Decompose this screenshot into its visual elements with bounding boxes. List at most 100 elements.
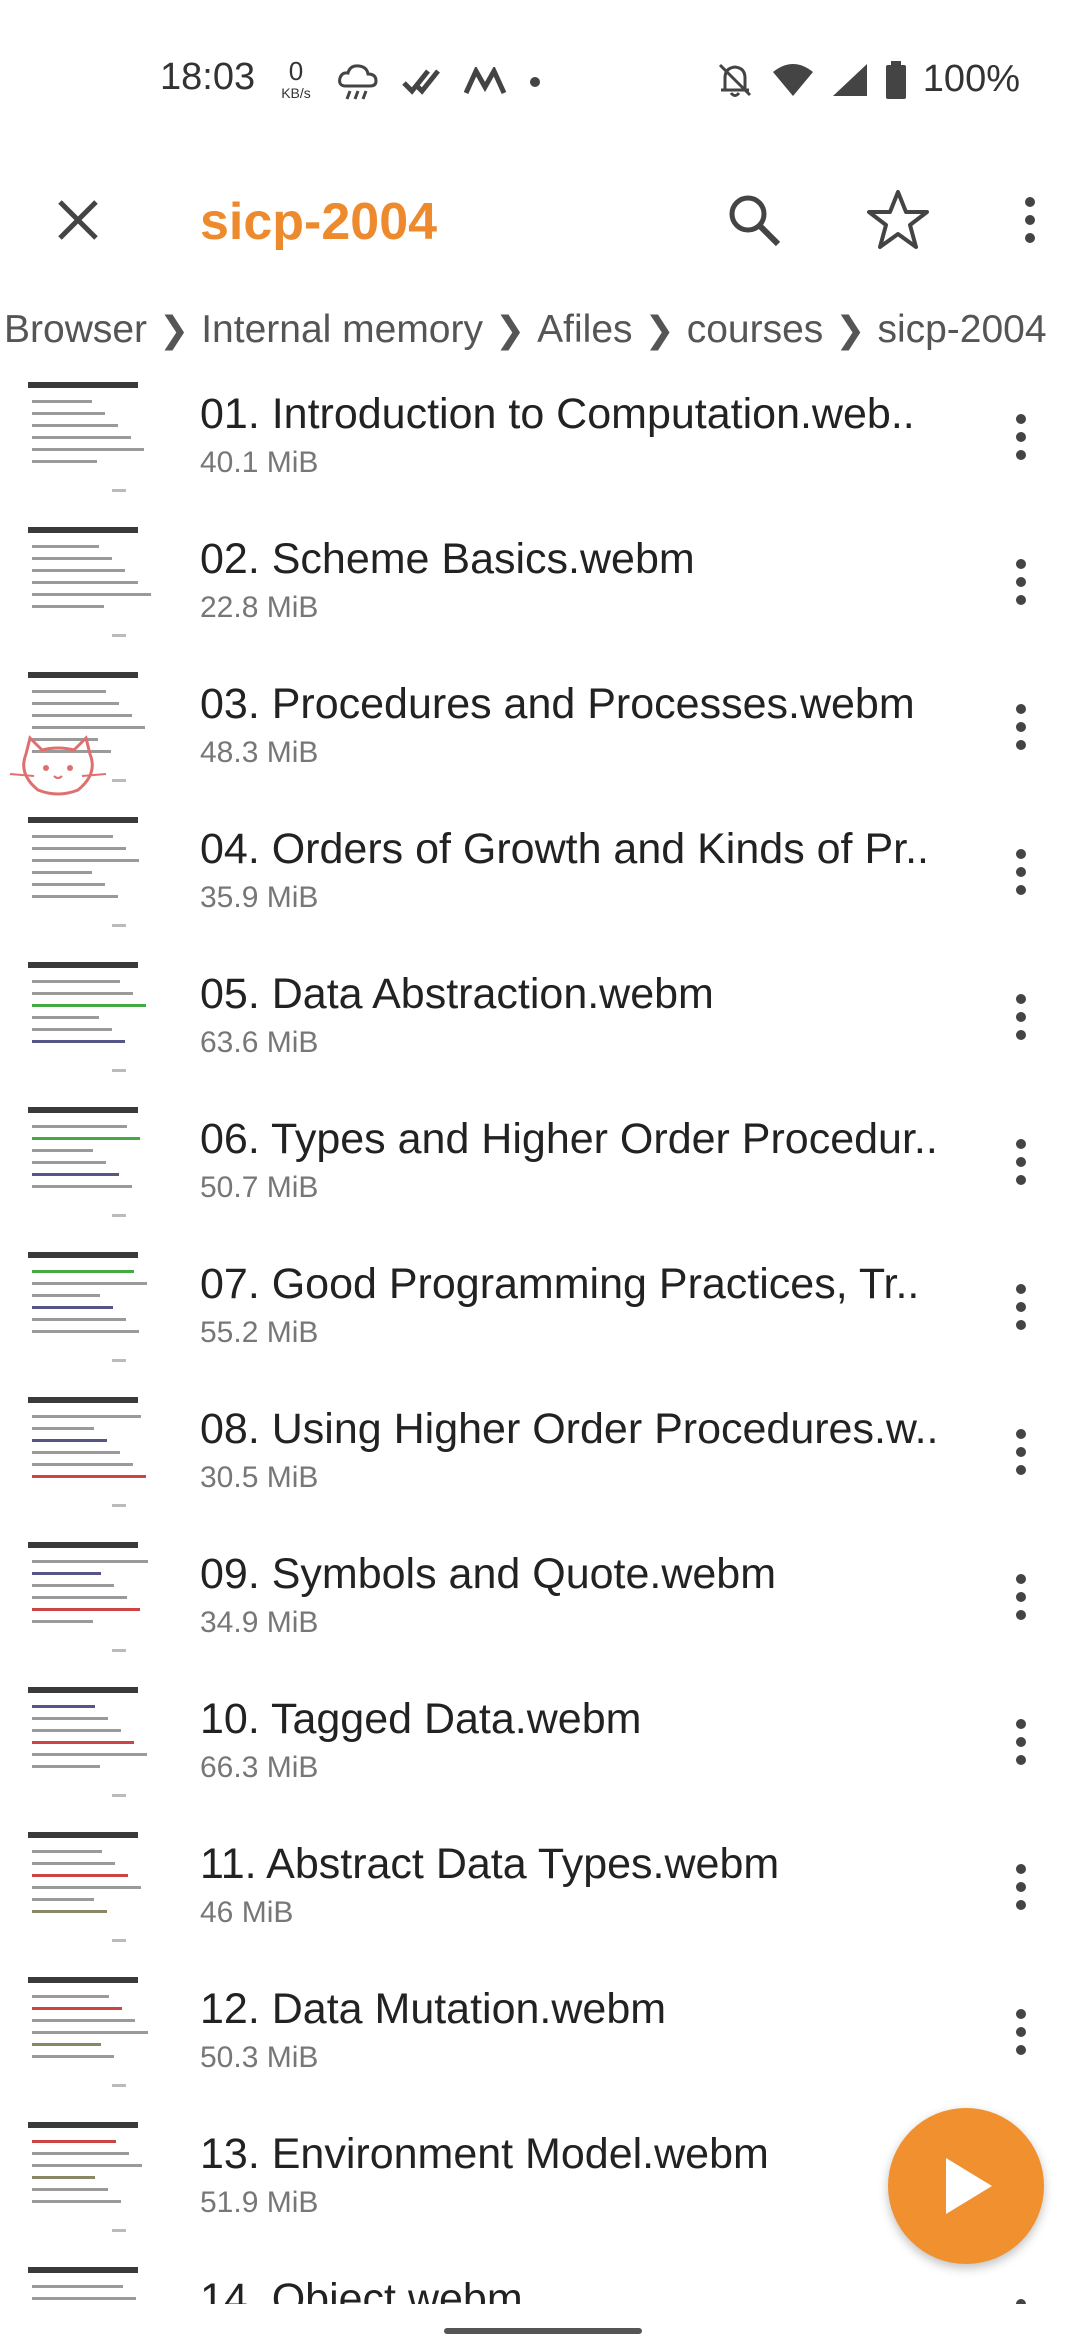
- search-button[interactable]: [716, 182, 792, 258]
- thumbnail-text-line: [32, 726, 145, 729]
- video-thumbnail: [28, 1973, 166, 2093]
- thumbnail-text-line: [32, 1028, 112, 1031]
- close-icon: [58, 200, 98, 240]
- file-row[interactable]: 11. Abstract Data Types.webm 46 MiB: [0, 1824, 1080, 1970]
- thumbnail-text-line: [32, 1016, 99, 1019]
- file-options-button[interactable]: [996, 682, 1046, 772]
- more-vert-icon: [1016, 2009, 1026, 2055]
- thumbnail-text-line: [32, 2285, 123, 2288]
- thumbnail-heading: [28, 2122, 138, 2128]
- file-row[interactable]: 06. Types and Higher Order Procedur.. 50.…: [0, 1099, 1080, 1245]
- thumbnail-text-line: [32, 847, 126, 850]
- thumbnail-text-line: [32, 2297, 136, 2300]
- overflow-menu-button[interactable]: [1000, 182, 1060, 258]
- file-options-button[interactable]: [996, 1117, 1046, 1207]
- favorite-button[interactable]: [858, 180, 938, 260]
- thumbnail-text-line: [32, 1294, 100, 1297]
- thumbnail-text-line: [32, 2043, 101, 2046]
- file-size: 30.5 MiB: [200, 1461, 319, 1494]
- thumbnail-text-line: [32, 1270, 134, 1273]
- thumbnail-text-line: [32, 1451, 120, 1454]
- thumbnail-heading: [28, 1977, 138, 1983]
- file-row[interactable]: 14. Object.webm: [0, 2259, 1080, 2304]
- file-options-button[interactable]: [996, 392, 1046, 482]
- file-options-button[interactable]: [996, 1262, 1046, 1352]
- file-options-button[interactable]: [996, 1697, 1046, 1787]
- video-thumbnail: [28, 1248, 166, 1368]
- breadcrumb-item-browser[interactable]: Browser: [0, 308, 151, 352]
- file-options-button[interactable]: [996, 1407, 1046, 1497]
- file-name: 08. Using Higher Order Procedures.w..: [200, 1405, 939, 1453]
- file-options-button[interactable]: [996, 2277, 1046, 2304]
- file-name: 09. Symbols and Quote.webm: [200, 1550, 777, 1598]
- video-thumbnail: [28, 2118, 166, 2238]
- file-options-button[interactable]: [996, 1842, 1046, 1932]
- breadcrumb-item-internal-memory[interactable]: Internal memory: [197, 308, 487, 352]
- video-thumbnail: [28, 1683, 166, 1803]
- more-vert-icon: [1016, 414, 1026, 460]
- signal-icon: [832, 63, 867, 96]
- more-vert-icon: [1016, 559, 1026, 605]
- file-row[interactable]: 08. Using Higher Order Procedures.w.. 30.…: [0, 1389, 1080, 1535]
- file-row[interactable]: 04. Orders of Growth and Kinds of Pr.. 35…: [0, 809, 1080, 955]
- thumbnail-text-line: [32, 2055, 114, 2058]
- dot-icon: [530, 77, 540, 87]
- file-size: 50.7 MiB: [200, 1171, 319, 1204]
- file-list: 01. Introduction to Computation.web.. 40.…: [0, 374, 1080, 2304]
- file-size: 55.2 MiB: [200, 1316, 319, 1349]
- file-row[interactable]: 03. Procedures and Processes.webm 48.3 Mi…: [0, 664, 1080, 810]
- file-options-button[interactable]: [996, 1552, 1046, 1642]
- thumbnail-footer: [112, 489, 126, 492]
- m-logo-icon: [464, 67, 506, 95]
- file-row[interactable]: 10. Tagged Data.webm 66.3 MiB: [0, 1679, 1080, 1825]
- file-row[interactable]: 09. Symbols and Quote.webm 34.9 MiB: [0, 1534, 1080, 1680]
- thumbnail-footer: [112, 1939, 126, 1942]
- file-options-button[interactable]: [996, 1987, 1046, 2077]
- chevron-right-icon: ❯: [159, 309, 190, 350]
- thumbnail-text-line: [32, 980, 120, 983]
- thumbnail-text-line: [32, 1620, 93, 1623]
- thumbnail-text-line: [32, 1161, 106, 1164]
- thumbnail-footer: [112, 2084, 126, 2087]
- thumbnail-text-line: [32, 1560, 148, 1563]
- search-icon: [729, 195, 781, 247]
- file-options-button[interactable]: [996, 537, 1046, 627]
- bell-off-icon: [718, 63, 751, 97]
- thumbnail-text-line: [32, 1862, 115, 1865]
- thumbnail-footer: [112, 1359, 126, 1362]
- file-options-button[interactable]: [996, 827, 1046, 917]
- file-row[interactable]: 01. Introduction to Computation.web.. 40.…: [0, 374, 1080, 520]
- thumbnail-text-line: [32, 1149, 93, 1152]
- thumbnail-text-line: [32, 1040, 125, 1043]
- thumbnail-text-line: [32, 1415, 141, 1418]
- file-row[interactable]: 02. Scheme Basics.webm 22.8 MiB: [0, 519, 1080, 665]
- file-name: 14. Object.webm: [200, 2275, 523, 2304]
- play-all-button[interactable]: [888, 2108, 1044, 2264]
- file-row[interactable]: 07. Good Programming Practices, Tr.. 55.2…: [0, 1244, 1080, 1390]
- thumbnail-text-line: [32, 1850, 102, 1853]
- thumbnail-text-line: [32, 2031, 148, 2034]
- file-options-button[interactable]: [996, 972, 1046, 1062]
- breadcrumb-item-current[interactable]: sicp-2004: [873, 308, 1050, 352]
- more-vert-icon: [1016, 704, 1026, 750]
- file-row[interactable]: 05. Data Abstraction.webm 63.6 MiB: [0, 954, 1080, 1100]
- breadcrumb-item-afiles[interactable]: Afiles: [533, 308, 636, 352]
- thumbnail-text-line: [32, 1886, 141, 1889]
- thumbnail-text-line: [32, 2152, 129, 2155]
- gesture-nav-handle[interactable]: [444, 2328, 642, 2334]
- thumbnail-text-line: [32, 1910, 107, 1913]
- thumbnail-footer: [112, 1069, 126, 1072]
- thumbnail-heading: [28, 672, 138, 678]
- close-button[interactable]: [40, 182, 116, 258]
- network-speed: 0 KB/s: [276, 58, 316, 100]
- file-row[interactable]: 12. Data Mutation.webm 50.3 MiB: [0, 1969, 1080, 2115]
- thumbnail-text-line: [32, 1173, 119, 1176]
- thumbnail-text-line: [32, 1185, 132, 1188]
- video-thumbnail: [28, 1538, 166, 1658]
- more-vert-icon: [1016, 1719, 1026, 1765]
- breadcrumb-item-courses[interactable]: courses: [683, 308, 828, 352]
- thumbnail-footer: [112, 634, 126, 637]
- file-size: 63.6 MiB: [200, 1026, 319, 1059]
- thumbnail-text-line: [32, 1330, 139, 1333]
- file-name: 01. Introduction to Computation.web..: [200, 390, 915, 438]
